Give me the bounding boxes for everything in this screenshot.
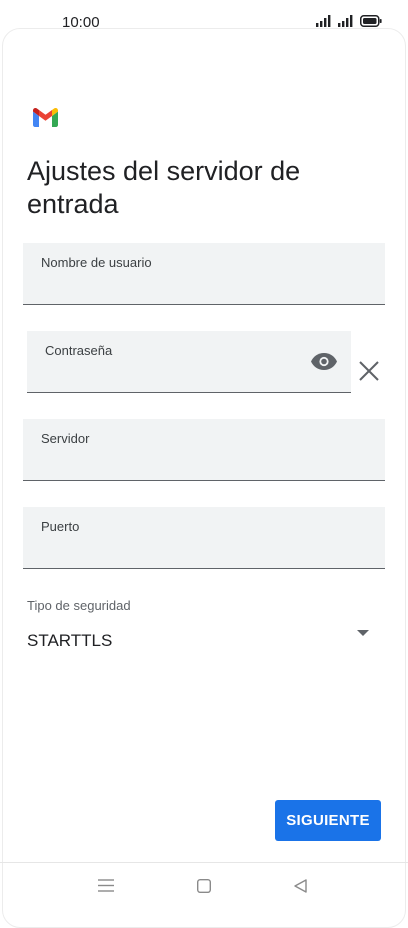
- server-field[interactable]: Servidor: [23, 419, 385, 481]
- password-input[interactable]: [45, 367, 299, 386]
- eye-icon[interactable]: [311, 353, 337, 370]
- battery-icon: [360, 15, 382, 27]
- password-label: Contraseña: [45, 343, 113, 358]
- status-icons: [316, 15, 382, 27]
- port-input[interactable]: [41, 543, 345, 562]
- navigation-bar: [0, 863, 408, 911]
- server-label: Servidor: [41, 431, 90, 446]
- username-field[interactable]: Nombre de usuario: [23, 243, 385, 305]
- security-type-label: Tipo de seguridad: [27, 598, 131, 613]
- username-input[interactable]: [41, 279, 345, 298]
- signal-icon: [338, 15, 353, 27]
- server-input[interactable]: [41, 455, 345, 474]
- next-button[interactable]: SIGUIENTE: [275, 800, 381, 841]
- dropdown-arrow-icon: [357, 630, 369, 636]
- signal-icon: [316, 15, 331, 27]
- password-field[interactable]: Contraseña: [27, 331, 351, 393]
- menu-icon[interactable]: [98, 879, 114, 892]
- username-label: Nombre de usuario: [41, 255, 152, 270]
- page-title: Ajustes del servidor de entrada: [27, 156, 301, 219]
- home-icon[interactable]: [197, 879, 211, 893]
- port-label: Puerto: [41, 519, 80, 534]
- status-time: 10:00: [62, 14, 100, 31]
- close-icon[interactable]: [358, 360, 380, 382]
- status-bar: 10:00: [0, 0, 408, 44]
- security-type-value: STARTTLS: [27, 631, 113, 650]
- back-icon[interactable]: [294, 879, 307, 893]
- gmail-logo: [33, 108, 58, 127]
- port-field[interactable]: Puerto: [23, 507, 385, 569]
- security-type-select[interactable]: STARTTLS: [27, 624, 372, 658]
